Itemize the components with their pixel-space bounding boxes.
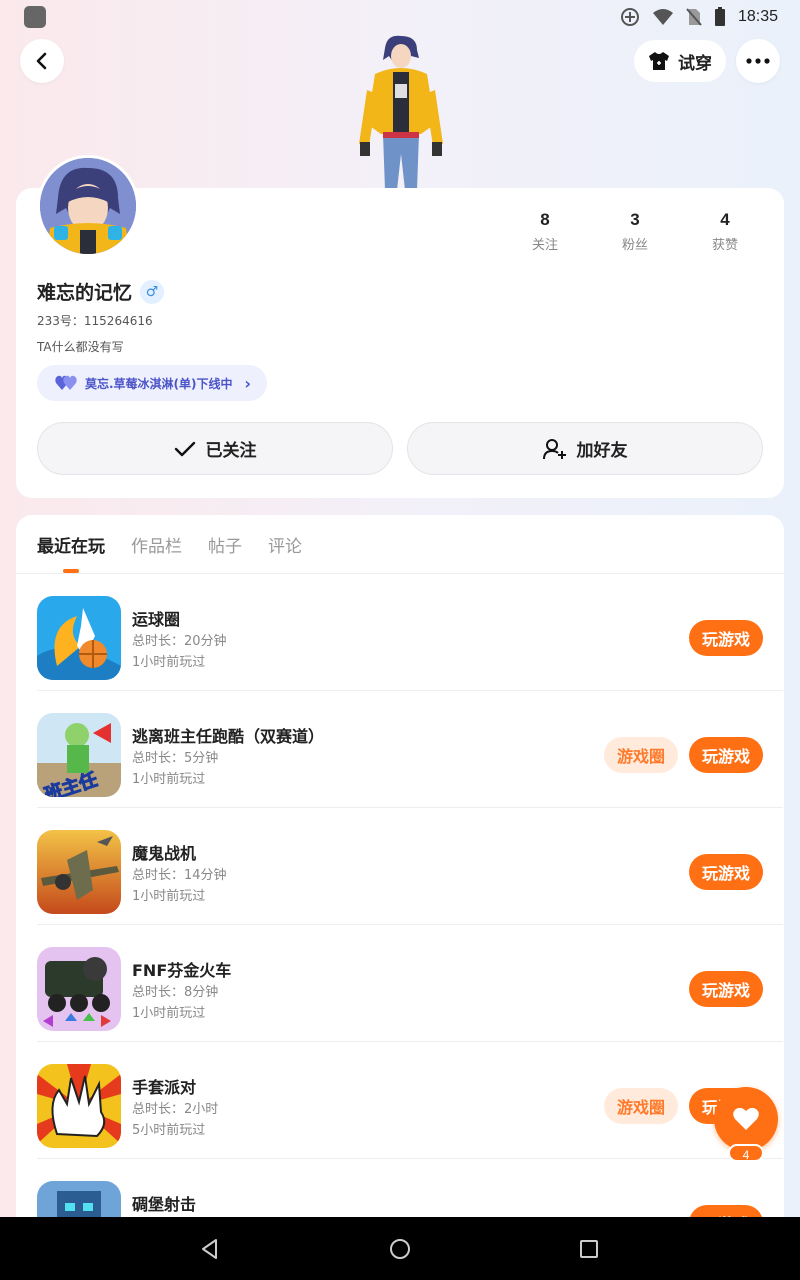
profile-stats: 8 关注 3 粉丝 4 获赞 — [500, 210, 780, 253]
play-game-button[interactable]: 玩游戏 — [689, 854, 763, 890]
couple-heart-icon — [55, 375, 77, 390]
game-icon — [37, 596, 121, 680]
like-button[interactable] — [714, 1087, 778, 1151]
game-duration: 总时长：14分钟 — [132, 868, 227, 883]
game-duration: 总时长：20分钟 — [132, 634, 227, 649]
game-last-played: 5小时前玩过 — [132, 1123, 206, 1138]
wifi-icon — [652, 9, 673, 25]
avatar[interactable] — [37, 155, 139, 257]
play-game-button[interactable]: 玩游戏 — [689, 737, 763, 773]
game-last-played: 1小时前玩过 — [132, 772, 206, 787]
add-friend-label: 加好友 — [576, 441, 628, 461]
game-last-played: 1小时前玩过 — [132, 655, 206, 670]
status-bar: 18:35 — [0, 0, 800, 34]
like-count: 4 — [728, 1144, 764, 1162]
game-icon — [37, 830, 121, 914]
game-duration: 总时长：5分钟 — [132, 751, 219, 766]
nav-back-icon[interactable] — [198, 1237, 222, 1261]
try-on-button[interactable]: 试穿 — [634, 40, 726, 82]
follow-button[interactable]: 已关注 — [37, 422, 393, 475]
game-row[interactable]: 班主任 逃离班主任跑酷（双赛道） 总时长：5分钟 1小时前玩过 游戏圈 玩游戏 — [37, 691, 783, 808]
avatar-image — [40, 158, 136, 254]
no-sim-icon — [686, 8, 702, 26]
more-button[interactable] — [736, 39, 780, 83]
game-duration: 总时长：2小时 — [132, 1102, 219, 1117]
game-title: 逃离班主任跑酷（双赛道） — [132, 727, 325, 746]
stat-fans[interactable]: 3 粉丝 — [590, 210, 680, 253]
character-figure — [359, 35, 443, 190]
stat-label: 粉丝 — [621, 238, 648, 253]
bio: TA什么都没有写 — [37, 340, 124, 354]
username-row: 难忘的记忆 ♂ — [37, 278, 165, 305]
add-user-icon — [542, 438, 566, 459]
nav-recents-icon[interactable] — [577, 1237, 601, 1261]
play-game-button[interactable]: 玩游戏 — [689, 971, 763, 1007]
tab-recently-played[interactable]: 最近在玩 — [37, 532, 105, 557]
game-last-played: 1小时前玩过 — [132, 1006, 206, 1021]
follow-label: 已关注 — [205, 441, 257, 461]
game-row[interactable]: 魔鬼战机 总时长：14分钟 1小时前玩过 玩游戏 — [37, 808, 783, 925]
tab-comments[interactable]: 评论 — [268, 532, 302, 557]
game-icon — [37, 1064, 121, 1148]
game-duration: 总时长：8分钟 — [132, 985, 219, 1000]
try-on-label: 试穿 — [678, 53, 712, 74]
game-title: FNF芬金火车 — [132, 961, 232, 980]
tab-works[interactable]: 作品栏 — [131, 532, 182, 557]
game-title: 碉堡射击 — [132, 1195, 197, 1214]
username: 难忘的记忆 — [37, 282, 133, 304]
game-row[interactable]: 运球圈 总时长：20分钟 1小时前玩过 玩游戏 — [37, 574, 783, 691]
stat-following[interactable]: 8 关注 — [500, 210, 590, 253]
online-status-pill[interactable]: 莫忘.草莓冰淇淋(单)下线中 › — [37, 365, 267, 401]
game-last-played: 1小时前玩过 — [132, 889, 206, 904]
play-game-button[interactable]: 玩游戏 — [689, 620, 763, 656]
app-notification-icon — [24, 6, 46, 28]
data-saver-icon — [620, 8, 639, 26]
system-nav-bar — [0, 1217, 800, 1280]
game-circle-button[interactable]: 游戏圈 — [604, 737, 678, 773]
back-button[interactable] — [20, 39, 64, 83]
stat-label: 获赞 — [711, 238, 738, 253]
game-title: 手套派对 — [132, 1078, 197, 1097]
chevron-right-icon: › — [244, 373, 251, 393]
game-circle-button[interactable]: 游戏圈 — [604, 1088, 678, 1124]
profile-tabs: 最近在玩 作品栏 帖子 评论 — [37, 532, 302, 557]
status-time: 18:35 — [737, 8, 778, 25]
stat-likes[interactable]: 4 获赞 — [680, 210, 770, 253]
game-icon: 班主任 — [37, 713, 121, 797]
male-gender-icon: ♂ — [140, 279, 165, 304]
check-icon — [174, 441, 195, 456]
stat-label: 关注 — [531, 238, 558, 253]
tab-posts[interactable]: 帖子 — [208, 532, 242, 557]
shirt-icon — [649, 52, 669, 70]
heart-icon — [733, 1107, 759, 1130]
nav-home-icon[interactable] — [388, 1237, 412, 1261]
game-icon — [37, 947, 121, 1031]
game-title: 运球圈 — [132, 610, 181, 629]
chevron-left-icon — [36, 52, 47, 70]
stat-value: 8 — [540, 210, 550, 229]
stat-value: 3 — [630, 210, 640, 229]
add-friend-button[interactable]: 加好友 — [407, 422, 763, 475]
stat-value: 4 — [720, 210, 730, 229]
online-status-text: 莫忘.草莓冰淇淋(单)下线中 — [85, 376, 233, 391]
game-title: 魔鬼战机 — [132, 844, 197, 863]
battery-icon — [714, 7, 725, 26]
more-dots-icon — [746, 58, 770, 64]
game-row[interactable]: 手套派对 总时长：2小时 5小时前玩过 游戏圈 玩游戏 — [37, 1042, 783, 1159]
user-id: 233号：115264616 — [37, 314, 153, 328]
game-row[interactable]: FNF芬金火车 总时长：8分钟 1小时前玩过 玩游戏 — [37, 925, 783, 1042]
